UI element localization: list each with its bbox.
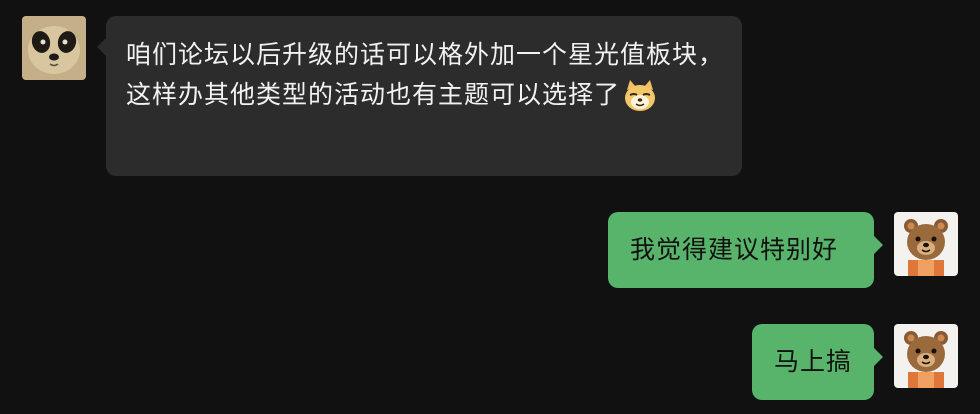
message-bubble[interactable]: 马上搞 [752,324,874,400]
sender-avatar[interactable] [22,16,86,80]
bubble-tail [874,236,883,254]
bear-avatar [894,212,958,276]
self-avatar[interactable] [894,212,958,276]
self-avatar[interactable] [894,324,958,388]
bear-avatar [894,324,958,388]
message-bubble[interactable]: 咱们论坛以后升级的话可以格外加一个星光值板块，这样办其他类型的活动也有主题可以选… [106,16,742,176]
bubble-tail [874,348,883,366]
message-bubble[interactable]: 我觉得建议特别好 [608,212,874,288]
bubble-tail [97,38,106,56]
doge-emoji [620,76,660,116]
message-text: 马上搞 [774,347,853,376]
message-text: 我觉得建议特别好 [630,235,839,264]
panda-avatar [22,16,86,80]
